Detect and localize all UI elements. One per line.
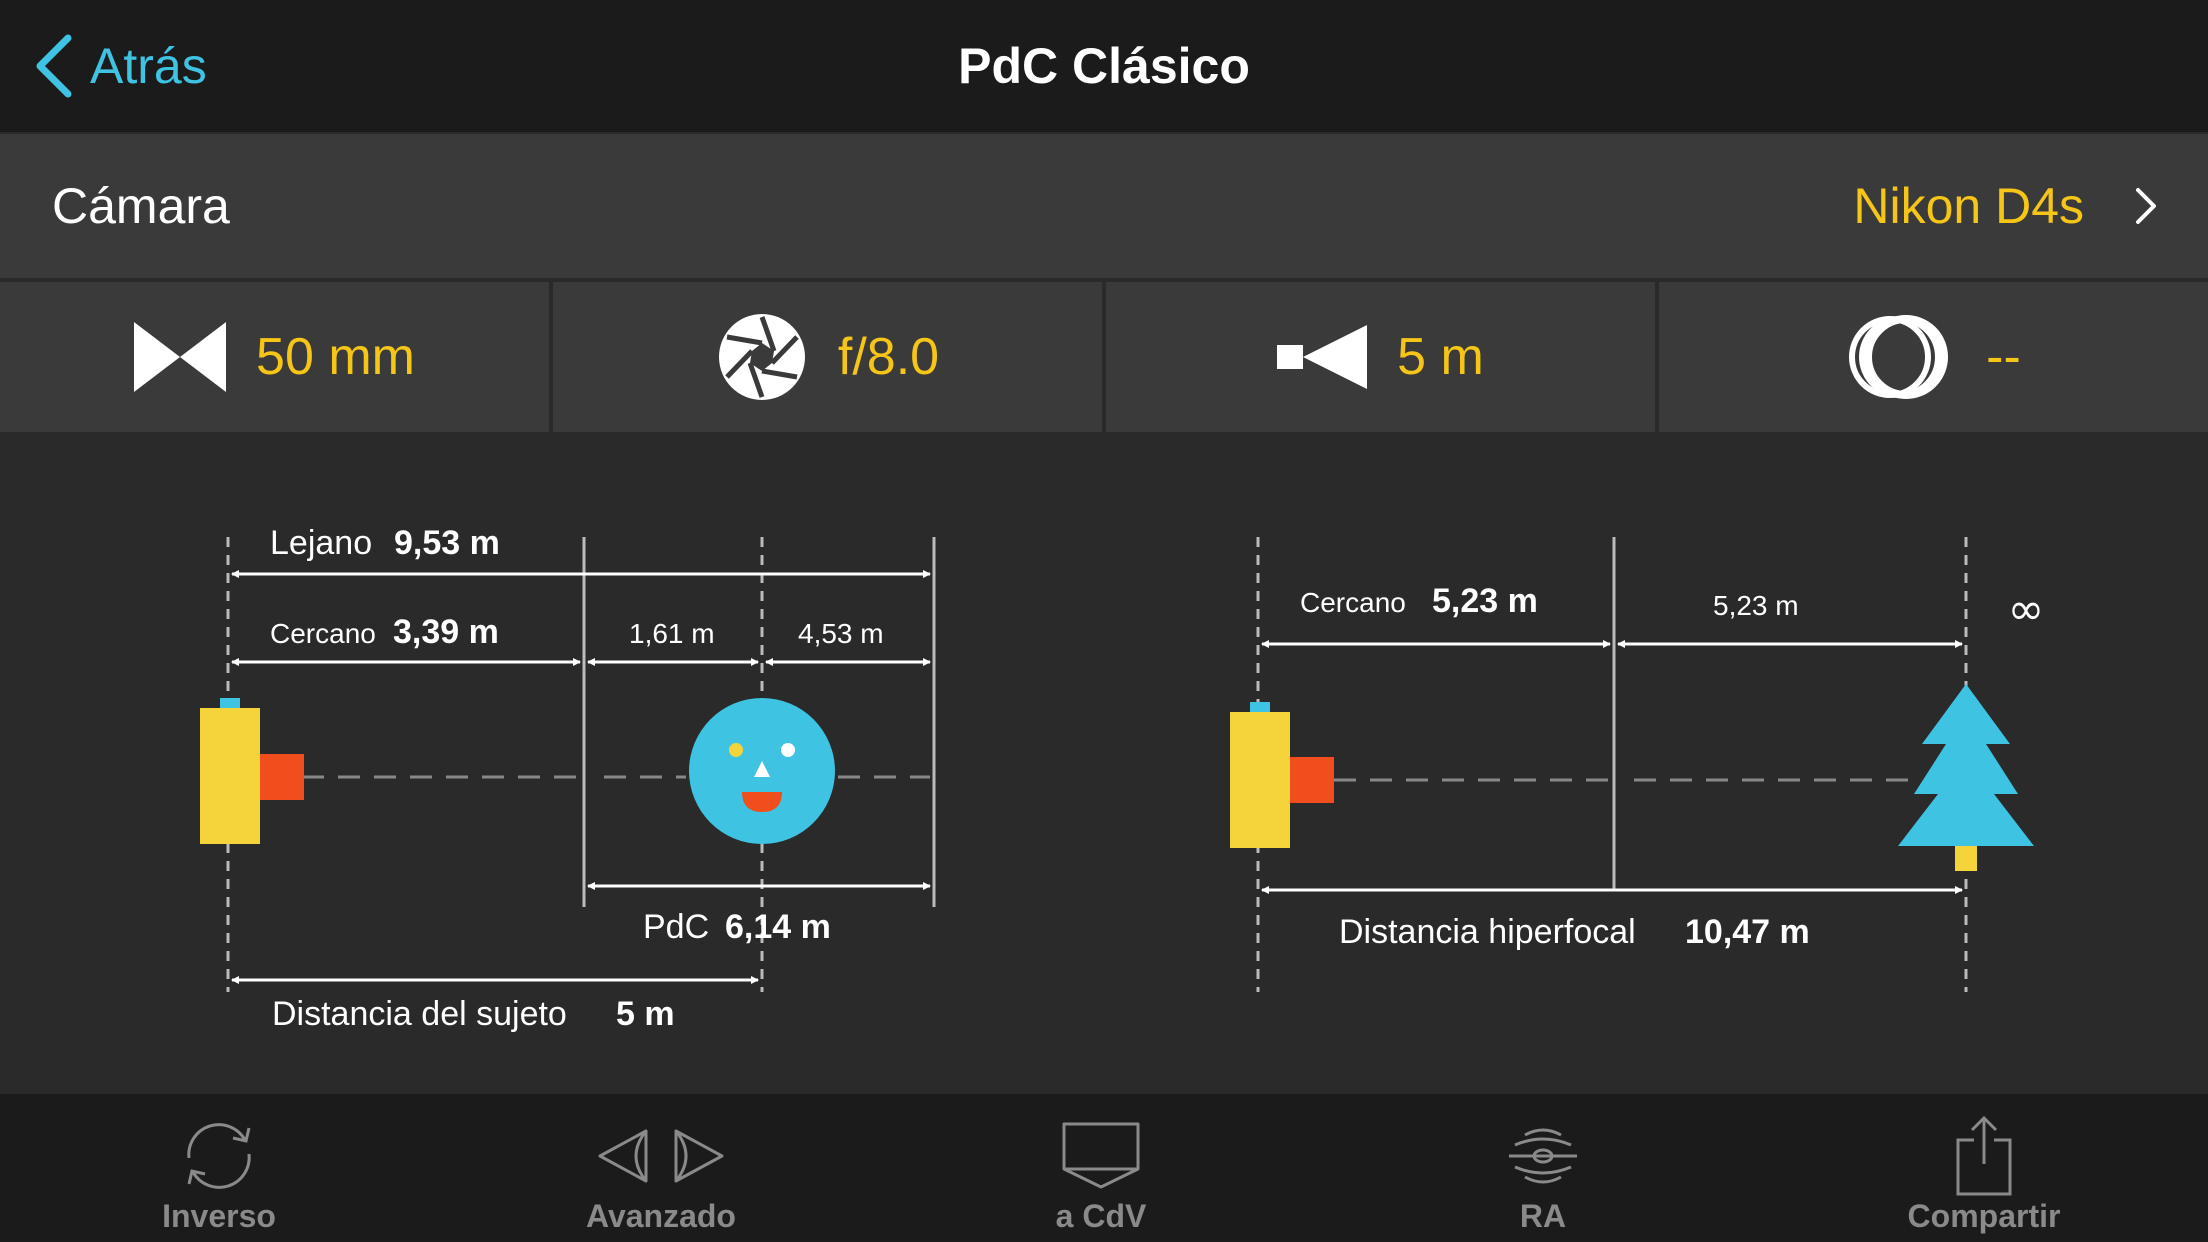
hyper-beyond-value: 5,23 m bbox=[1713, 590, 1799, 621]
hyper-near-label: Cercano bbox=[1300, 587, 1406, 618]
chevron-right-icon bbox=[2136, 188, 2156, 224]
near-value: 3,39 m bbox=[393, 613, 499, 651]
dof-value: 6,14 m bbox=[725, 908, 831, 946]
tab-label: RA bbox=[1519, 1198, 1567, 1234]
aperture-param[interactable]: f/8.0 bbox=[553, 282, 1102, 432]
tab-fov[interactable]: a CdV bbox=[951, 1094, 1251, 1242]
fov-icon bbox=[1062, 1122, 1140, 1189]
tree-icon bbox=[1898, 684, 2034, 871]
extender-value: -- bbox=[1986, 328, 2021, 386]
hyperfocal-value: 10,47 m bbox=[1685, 913, 1810, 951]
camera-graphic bbox=[200, 698, 304, 844]
far-value: 9,53 m bbox=[394, 524, 500, 562]
tab-label: Compartir bbox=[1907, 1198, 2061, 1234]
tab-label: Inverso bbox=[162, 1198, 276, 1234]
camera-value: Nikon D4s bbox=[1853, 178, 2084, 234]
back-value: 4,53 m bbox=[798, 618, 884, 649]
advanced-icon bbox=[598, 1129, 724, 1183]
extender-param[interactable]: -- bbox=[1659, 282, 2208, 432]
camera-selector[interactable]: Cámara Nikon D4s bbox=[0, 134, 2208, 278]
subject-distance-result: 5 m bbox=[616, 995, 675, 1033]
tab-share[interactable]: Compartir bbox=[1834, 1094, 2134, 1242]
hyperfocal-diagram: Cercano 5,23 m 5,23 m ∞ Distancia hiperf… bbox=[1230, 537, 2044, 992]
infinity-symbol: ∞ bbox=[2008, 584, 2045, 635]
parameter-row: 50 mm f/8.0 5 m -- bbox=[0, 282, 2208, 432]
navigation-bar: Atrás PdC Clásico bbox=[0, 0, 2208, 132]
diagram-area: Lejano 9,53 m Cercano 3,39 m 1,61 m 4,53… bbox=[0, 432, 2208, 1094]
ar-icon bbox=[1509, 1128, 1577, 1184]
dof-diagram: Lejano 9,53 m Cercano 3,39 m 1,61 m 4,53… bbox=[200, 524, 936, 1033]
tab-label: Avanzado bbox=[586, 1198, 736, 1234]
tab-label: a CdV bbox=[1055, 1198, 1147, 1234]
camera-graphic bbox=[1230, 702, 1334, 848]
far-label: Lejano bbox=[270, 524, 372, 562]
hyper-near-value: 5,23 m bbox=[1432, 582, 1538, 620]
focal-length-param[interactable]: 50 mm bbox=[0, 282, 549, 432]
share-icon bbox=[1956, 1115, 2012, 1196]
subject-distance-label: Distancia del sujeto bbox=[272, 995, 567, 1033]
tab-inverse[interactable]: Inverso bbox=[69, 1094, 369, 1242]
tab-ar[interactable]: RA bbox=[1393, 1094, 1693, 1242]
tab-advanced[interactable]: Avanzado bbox=[511, 1094, 811, 1242]
aperture-icon bbox=[718, 314, 805, 400]
aperture-value: f/8.0 bbox=[837, 328, 940, 386]
hyperfocal-label: Distancia hiperfocal bbox=[1339, 913, 1636, 951]
page-title: PdC Clásico bbox=[958, 38, 1250, 94]
subject-distance-param[interactable]: 5 m bbox=[1106, 282, 1655, 432]
front-value: 1,61 m bbox=[629, 618, 715, 649]
face-subject-icon bbox=[689, 698, 835, 844]
camera-label: Cámara bbox=[52, 178, 230, 234]
subject-distance-value: 5 m bbox=[1397, 328, 1484, 386]
dof-label: PdC bbox=[643, 908, 709, 946]
focal-length-icon bbox=[134, 322, 227, 392]
focal-length-value: 50 mm bbox=[256, 328, 415, 386]
bottom-toolbar: Inverso Avanzado a CdV RA Compartir bbox=[0, 1094, 2208, 1242]
extender-icon bbox=[1849, 315, 1949, 399]
subject-distance-icon bbox=[1277, 325, 1368, 389]
reverse-icon bbox=[187, 1123, 251, 1189]
near-label: Cercano bbox=[270, 618, 376, 649]
